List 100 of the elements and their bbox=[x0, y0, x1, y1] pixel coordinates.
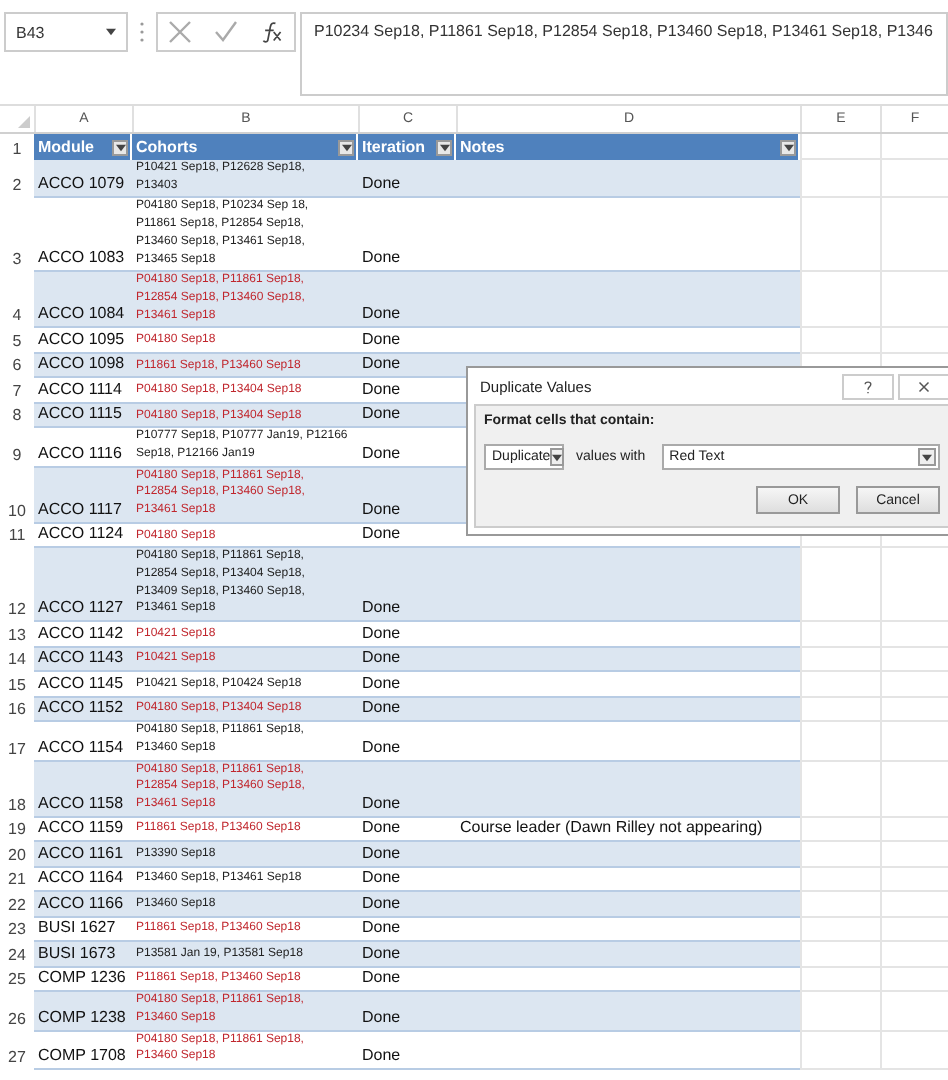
table-cell[interactable]: ACCO 1166 bbox=[34, 892, 132, 918]
table-cell[interactable] bbox=[456, 917, 800, 943]
empty-cell[interactable] bbox=[880, 672, 948, 698]
empty-cell[interactable] bbox=[880, 272, 948, 329]
empty-cell[interactable] bbox=[880, 892, 948, 918]
table-cell[interactable] bbox=[456, 992, 800, 1032]
header-label: Cohorts bbox=[136, 138, 198, 156]
table-cell[interactable]: ACCO 1145 bbox=[34, 672, 132, 698]
empty-cell[interactable] bbox=[880, 134, 948, 160]
empty-cell[interactable] bbox=[880, 842, 948, 868]
caret-icon bbox=[922, 453, 932, 461]
header-label: Iteration bbox=[362, 138, 426, 156]
empty-cell[interactable] bbox=[880, 198, 948, 273]
table-cell[interactable]: Done bbox=[358, 467, 456, 524]
table-cell[interactable]: Done bbox=[358, 548, 456, 623]
table-cell[interactable]: Done bbox=[358, 378, 456, 404]
table-cell[interactable] bbox=[456, 1031, 800, 1070]
table-cell[interactable]: COMP 1238 bbox=[34, 992, 132, 1032]
row-number[interactable]: 1 bbox=[0, 140, 34, 160]
table-cell[interactable] bbox=[456, 942, 800, 968]
empty-cell[interactable] bbox=[880, 867, 948, 893]
table-cell[interactable] bbox=[456, 761, 800, 818]
table-cell[interactable]: ACCO 1084 bbox=[34, 272, 132, 329]
formula-field[interactable]: P10234 Sep18, P11861 Sep18, P12854 Sep18, P13460 Sep18, P13461 Sep18, P1346 bbox=[300, 12, 948, 96]
close-button[interactable] bbox=[898, 373, 948, 399]
table-cell[interactable]: ACCO 1095 bbox=[34, 328, 132, 354]
table-cell[interactable]: ACCO 1143 bbox=[34, 647, 132, 673]
filter-button[interactable] bbox=[338, 139, 354, 155]
filter-button[interactable] bbox=[436, 139, 452, 155]
table-cell[interactable] bbox=[456, 867, 800, 893]
table-cell[interactable]: Done bbox=[358, 160, 456, 199]
table-cell[interactable]: ACCO 1158 bbox=[34, 761, 132, 818]
table-cell[interactable]: Done bbox=[358, 353, 456, 379]
empty-cell[interactable] bbox=[880, 1031, 948, 1070]
table-cell[interactable]: Done bbox=[358, 647, 456, 673]
empty-cell[interactable] bbox=[880, 622, 948, 648]
table-cell[interactable]: Done bbox=[358, 761, 456, 818]
table-cell[interactable] bbox=[456, 160, 800, 199]
table-cell[interactable]: ACCO 1124 bbox=[34, 523, 132, 549]
table-cell[interactable]: Done bbox=[358, 1031, 456, 1070]
table-cell[interactable] bbox=[456, 697, 800, 723]
table-cell[interactable]: Done bbox=[358, 672, 456, 698]
name-box[interactable]: B43 bbox=[4, 12, 128, 52]
empty-cell[interactable] bbox=[880, 722, 948, 762]
table-cell[interactable]: Done bbox=[358, 697, 456, 723]
help-button[interactable] bbox=[842, 373, 894, 399]
table-cell[interactable]: Done bbox=[358, 328, 456, 354]
empty-cell[interactable] bbox=[880, 548, 948, 623]
table-cell[interactable]: ACCO 1142 bbox=[34, 622, 132, 648]
table-cell[interactable]: Done bbox=[358, 817, 456, 843]
table-cell[interactable]: COMP 1236 bbox=[34, 967, 132, 993]
table-cell[interactable]: Done bbox=[358, 842, 456, 868]
caret-icon bbox=[115, 143, 125, 151]
table-cell[interactable]: ACCO 1127 bbox=[34, 548, 132, 623]
table-cell[interactable]: COMP 1708 bbox=[34, 1031, 132, 1070]
table-cell[interactable]: Done bbox=[358, 867, 456, 893]
table-cell[interactable]: ACCO 1152 bbox=[34, 697, 132, 723]
table-cell[interactable]: Done bbox=[358, 272, 456, 329]
empty-cell[interactable] bbox=[880, 647, 948, 673]
table-cell[interactable]: ACCO 1117 bbox=[34, 467, 132, 524]
empty-cell[interactable] bbox=[880, 761, 948, 818]
function-icon bbox=[259, 20, 284, 44]
empty-cell[interactable] bbox=[880, 967, 948, 993]
empty-cell[interactable] bbox=[880, 992, 948, 1032]
table-cell[interactable]: ACCO 1098 bbox=[34, 353, 132, 379]
table-cell[interactable] bbox=[456, 647, 800, 673]
table-cell[interactable]: Done bbox=[358, 622, 456, 648]
table-cell[interactable]: ACCO 1164 bbox=[34, 867, 132, 893]
empty-cell[interactable] bbox=[880, 160, 948, 199]
table-cell[interactable]: Done bbox=[358, 892, 456, 918]
empty-cell[interactable] bbox=[880, 917, 948, 943]
table-cell[interactable]: Done bbox=[358, 403, 456, 429]
table-cell[interactable]: Done bbox=[358, 992, 456, 1032]
table-cell[interactable]: BUSI 1673 bbox=[34, 942, 132, 968]
empty-cell[interactable] bbox=[880, 817, 948, 843]
caret-icon bbox=[439, 143, 449, 151]
table-cell[interactable]: Done bbox=[358, 523, 456, 549]
empty-cell[interactable] bbox=[880, 328, 948, 354]
table-cell[interactable] bbox=[456, 892, 800, 918]
empty-cell[interactable] bbox=[880, 697, 948, 723]
caret-icon bbox=[783, 143, 793, 151]
table-cell[interactable]: Done bbox=[358, 942, 456, 968]
table-cell[interactable]: ACCO 1114 bbox=[34, 378, 132, 404]
table-cell[interactable]: Done bbox=[358, 967, 456, 993]
table-cell[interactable] bbox=[456, 842, 800, 868]
table-cell[interactable]: ACCO 1159 bbox=[34, 817, 132, 843]
close-icon bbox=[918, 379, 930, 393]
table-cell[interactable]: Course leader (Dawn Rilley not appearing) bbox=[456, 817, 800, 843]
table-cell[interactable]: ACCO 1079 bbox=[34, 160, 132, 199]
table-cell[interactable] bbox=[456, 548, 800, 623]
filter-button[interactable] bbox=[112, 139, 128, 155]
cancel-icon bbox=[168, 20, 193, 44]
table-cell[interactable] bbox=[456, 272, 800, 329]
table-cell[interactable]: Done bbox=[358, 917, 456, 943]
filter-button[interactable] bbox=[780, 139, 796, 155]
table-cell[interactable]: ACCO 1161 bbox=[34, 842, 132, 868]
empty-cell[interactable] bbox=[880, 942, 948, 968]
table-cell[interactable]: BUSI 1627 bbox=[34, 917, 132, 943]
table-cell[interactable]: ACCO 1115 bbox=[34, 403, 132, 429]
table-cell[interactable] bbox=[456, 967, 800, 993]
